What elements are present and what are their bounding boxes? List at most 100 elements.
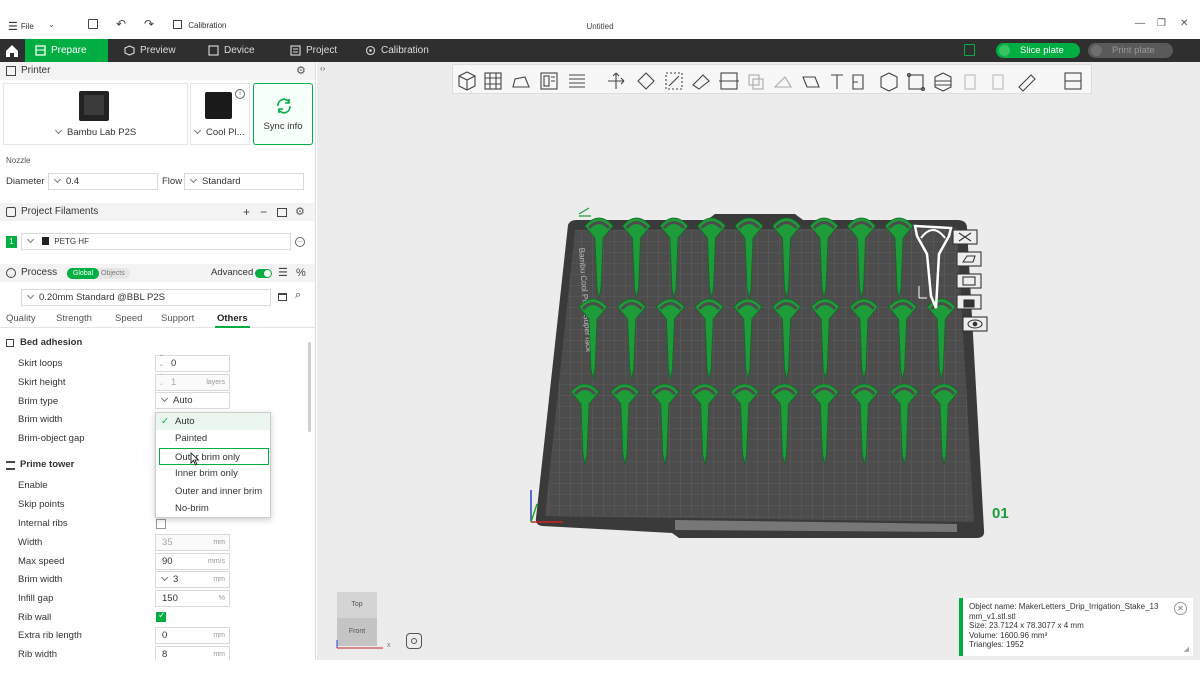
collapse-panel-icon[interactable]: ‹› xyxy=(320,64,325,73)
maximize-icon[interactable]: ❐ xyxy=(1157,18,1166,29)
resize-grip-icon[interactable]: ◢ xyxy=(1184,645,1189,655)
lay-on-face-icon xyxy=(692,74,710,90)
remove-icon[interactable]: − xyxy=(260,203,267,221)
filaments-header-label: Project Filaments xyxy=(21,206,99,217)
plate-view-icon[interactable] xyxy=(964,44,975,56)
internal-ribs-checkbox[interactable] xyxy=(156,519,166,529)
filament-select[interactable]: PETG HF xyxy=(21,233,291,250)
sync-info-label: Sync info xyxy=(263,121,303,132)
chevron-down-icon xyxy=(193,126,202,135)
save-icon[interactable] xyxy=(88,19,98,29)
axis-x-label: x xyxy=(387,642,391,649)
search-icon[interactable]: ⌕ xyxy=(295,289,301,302)
tab-others[interactable]: Others xyxy=(217,313,248,324)
dropdown-option-painted[interactable]: Painted xyxy=(156,430,270,447)
sync-info-button[interactable]: Sync info xyxy=(253,83,313,145)
tab-strength[interactable]: Strength xyxy=(56,313,92,324)
home-icon[interactable] xyxy=(4,43,20,59)
title-bar: ☰ File ⌄ ↶ ↷ Calibration Untitled — ❐ ✕ xyxy=(0,14,1200,39)
plate-card[interactable]: i Cool Pl... xyxy=(190,83,250,145)
compare-icon[interactable]: % xyxy=(296,264,306,282)
tab-preview[interactable]: Preview xyxy=(114,39,186,62)
dropdown-option-outer-brim-only[interactable]: Outer brim only xyxy=(159,448,269,465)
dropdown-option-no-brim[interactable]: No-brim xyxy=(156,500,270,517)
close-info-icon[interactable]: ✕ xyxy=(1174,602,1187,615)
diameter-select[interactable]: 0.4 xyxy=(48,173,158,190)
tab-project[interactable]: Project xyxy=(280,39,347,62)
build-plate-scene[interactable]: Bambu Cool Plate SuperTack 01 xyxy=(317,98,1200,658)
global-objects-toggle[interactable]: Global Objects xyxy=(67,268,130,279)
objects-toggle-option[interactable]: Objects xyxy=(101,268,125,279)
prime-brim-width-input[interactable]: 3 mm xyxy=(155,571,230,588)
prepare-icon xyxy=(35,45,46,56)
skirt-height-input[interactable]: ⌃ ⌄ 1 layers xyxy=(155,374,230,391)
save-preset-icon[interactable] xyxy=(278,293,287,301)
gear-icon[interactable]: ⚙ xyxy=(296,62,306,80)
dropdown-option-auto[interactable]: ✓ Auto xyxy=(156,413,270,430)
close-window-icon[interactable]: ✕ xyxy=(1180,18,1188,29)
brim-type-select[interactable]: Auto xyxy=(155,392,230,409)
view-cube-top[interactable]: Top xyxy=(337,592,377,618)
skirt-loops-input[interactable]: ⌃ ⌄ 0 xyxy=(155,355,230,372)
minimize-icon[interactable]: — xyxy=(1135,18,1145,29)
slice-dropdown-icon xyxy=(999,45,1010,56)
tab-support[interactable]: Support xyxy=(161,313,194,324)
move-icon xyxy=(608,72,625,89)
filament-slot-badge[interactable]: 1 xyxy=(6,236,17,248)
filament-name: PETG HF xyxy=(54,237,89,246)
printer-card[interactable]: Bambu Lab P2S xyxy=(3,83,188,145)
brim-type-label: Brim type xyxy=(18,396,59,407)
printer-icon xyxy=(6,66,16,76)
object-volume: Volume: 1600.96 mm³ xyxy=(969,630,1048,640)
extra-rib-length-input[interactable]: 0 mm xyxy=(155,627,230,644)
undo-icon[interactable]: ↶ xyxy=(116,17,126,31)
print-plate-button[interactable]: Print plate xyxy=(1088,43,1173,58)
gear-icon[interactable]: ⚙ xyxy=(295,203,305,221)
view-cube[interactable]: Top Front x xyxy=(336,592,391,649)
settings-panel: Printer ⚙ Bambu Lab P2S i Cool Pl... Syn… xyxy=(0,62,316,660)
bottom-strip xyxy=(0,660,1200,675)
info-icon[interactable]: i xyxy=(235,89,245,99)
list-view-icon[interactable]: ☰ xyxy=(278,264,288,282)
tab-device[interactable]: Device xyxy=(198,39,265,62)
plate-arrange-icon xyxy=(956,251,982,267)
rib-width-label: Rib width xyxy=(18,649,58,660)
tab-speed[interactable]: Speed xyxy=(115,313,142,324)
build-plate xyxy=(535,214,985,538)
max-speed-input[interactable]: 90 mm/s xyxy=(155,553,230,570)
width-label: Width xyxy=(18,537,43,548)
slice-plate-button[interactable]: Slice plate xyxy=(996,43,1080,58)
tab-calibration[interactable]: Calibration xyxy=(355,39,439,62)
process-preset-select[interactable]: 0.20mm Standard @BBL P2S xyxy=(21,289,271,306)
internal-ribs-label: Internal ribs xyxy=(18,518,68,529)
text-icon xyxy=(831,74,843,89)
rib-wall-checkbox[interactable]: ✓ xyxy=(156,610,166,622)
rib-width-input[interactable]: 8 mm xyxy=(155,646,230,660)
chevron-down-icon xyxy=(53,175,62,184)
width-input[interactable]: 35 mm xyxy=(155,534,230,551)
object-info-panel: Object name: MakerLetters_Drip_Irrigatio… xyxy=(959,598,1193,656)
panel-scrollbar[interactable] xyxy=(308,342,311,432)
tab-prepare[interactable]: Prepare xyxy=(25,39,108,62)
chevron-down-icon[interactable]: ⌄ xyxy=(48,20,55,29)
plate-select[interactable]: Cool Pl... xyxy=(193,126,245,138)
calibration-title-button[interactable]: Calibration xyxy=(173,20,226,30)
infill-gap-input[interactable]: 150 % xyxy=(155,590,230,607)
reset-view-icon[interactable] xyxy=(406,633,422,649)
plate-orient-icon xyxy=(956,273,982,289)
3d-viewport[interactable]: ‹› Bambu Cool Plate SuperTack 01 Top Fro… xyxy=(317,62,1200,660)
file-menu[interactable]: ☰ File xyxy=(8,20,34,33)
add-icon[interactable]: + xyxy=(243,203,250,221)
advanced-switch[interactable] xyxy=(255,269,272,278)
flow-select[interactable]: Standard xyxy=(184,173,304,190)
dropdown-option-outer-and-inner-brim[interactable]: Outer and inner brim xyxy=(156,483,270,500)
more-icon[interactable]: … xyxy=(295,237,305,247)
tab-quality[interactable]: Quality xyxy=(6,313,36,324)
printer-section-header: Printer ⚙ xyxy=(0,62,315,80)
redo-icon[interactable]: ↷ xyxy=(144,17,154,31)
check-icon: ✓ xyxy=(158,610,166,620)
dropdown-option-inner-brim-only[interactable]: Inner brim only xyxy=(156,465,270,482)
printer-select[interactable]: Bambu Lab P2S xyxy=(54,126,136,138)
filament-sync-icon[interactable] xyxy=(277,208,287,217)
global-toggle-option[interactable]: Global xyxy=(67,268,99,279)
